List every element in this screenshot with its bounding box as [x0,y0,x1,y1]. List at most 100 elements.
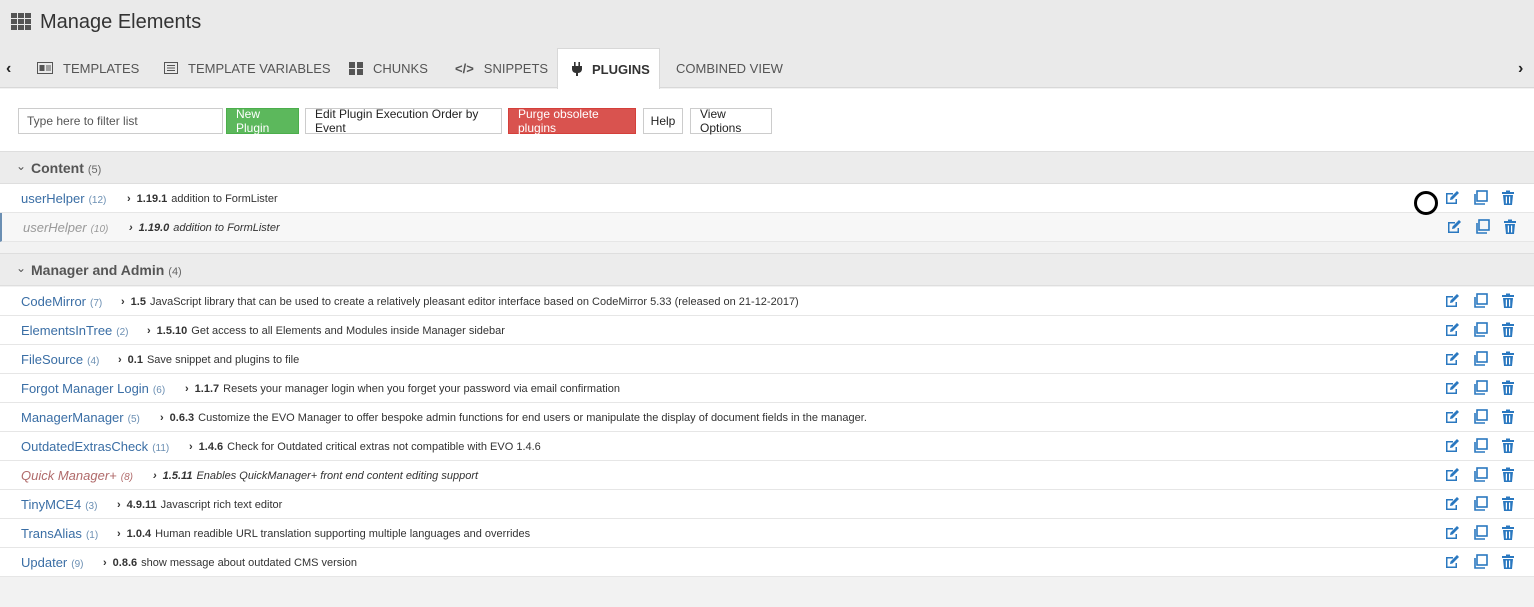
trash-icon[interactable] [1500,467,1516,483]
toolbar: New Plugin Edit Plugin Execution Order b… [0,89,1534,151]
trash-icon[interactable] [1500,438,1516,454]
duplicate-icon[interactable] [1472,293,1488,309]
plugin-description: › 1.5.10 Get access to all Elements and Mo… [147,325,505,337]
trash-icon[interactable] [1500,380,1516,396]
plugin-name-link[interactable]: FileSource (4) [21,352,99,367]
help-button[interactable]: Help [643,108,683,134]
view-options-button[interactable]: View Options [690,107,772,135]
filter-input[interactable] [18,108,223,134]
tab-template-variables[interactable]: Template Variables [164,48,331,88]
edit-icon[interactable] [1444,467,1460,483]
edit-icon[interactable] [1444,525,1460,541]
plugin-row: userHelper (12) › 1.19.1 addition to FormLi… [0,184,1534,213]
duplicate-icon[interactable] [1472,438,1488,454]
plugin-row: userHelper (10) › 1.19.0 addition to FormLi… [0,213,1534,242]
duplicate-icon[interactable] [1472,351,1488,367]
plugin-description: › 1.5 JavaScript library that can be used … [121,296,799,308]
plugin-name-link[interactable]: userHelper (10) [23,220,108,235]
tab-snippets[interactable]: </> Snippets [455,48,548,88]
tab-combined-view[interactable]: Combined View [676,48,783,88]
chevron-left-icon[interactable]: ‹ [6,60,11,78]
trash-icon[interactable] [1500,190,1516,206]
edit-icon[interactable] [1444,351,1460,367]
duplicate-icon[interactable] [1472,496,1488,512]
category-header-manager-and-admin[interactable]: ⌄ Manager and Admin (4) [0,253,1534,286]
trash-icon[interactable] [1500,322,1516,338]
duplicate-icon[interactable] [1474,219,1490,235]
plugin-row: Updater (9) › 0.8.6 show message about outd… [0,548,1534,577]
plugin-name-link[interactable]: TinyMCE4 (3) [21,497,97,512]
duplicate-icon[interactable] [1472,525,1488,541]
duplicate-icon[interactable] [1472,554,1488,570]
edit-icon[interactable] [1444,293,1460,309]
plugin-description: › 0.1 Save snippet and plugins to file [118,354,300,366]
category-title: Manager and Admin (4) [31,262,182,278]
plugin-description: › 1.0.4 Human readible URL translation sup… [117,528,531,540]
trash-icon[interactable] [1500,351,1516,367]
plugin-row: FileSource (4) › 0.1 Save snippet and plugi… [0,345,1534,374]
edit-icon[interactable] [1444,409,1460,425]
plugin-row: Quick Manager+ (8) › 1.5.11 Enables QuickMa… [0,461,1534,490]
duplicate-icon[interactable] [1472,190,1488,206]
plugin-name-link[interactable]: Updater (9) [21,555,83,570]
tab-label: Templates [63,60,140,76]
duplicate-icon[interactable] [1472,322,1488,338]
plugin-description: › 1.4.6 Check for Outdated critical extras… [189,441,541,453]
chevron-down-icon: ⌄ [16,261,27,275]
plugin-description: › 0.8.6 show message about outdated CMS ve… [103,557,357,569]
edit-icon[interactable] [1444,496,1460,512]
plugin-row: TinyMCE4 (3) › 4.9.11 Javascript rich text … [0,490,1534,519]
plugin-description: › 0.6.3 Customize the EVO Manager to offer… [160,412,867,424]
plugin-row: ManagerManager (5) › 0.6.3 Customize the EV… [0,403,1534,432]
plugin-name-link[interactable]: TransAlias (1) [21,526,98,541]
edit-execution-order-button[interactable]: Edit Plugin Execution Order by Event [305,107,502,135]
plugin-name-link[interactable]: Forgot Manager Login (6) [21,381,165,396]
plugin-row: OutdatedExtrasCheck (11) › 1.4.6 Check for … [0,432,1534,461]
edit-icon[interactable] [1444,190,1460,206]
duplicate-icon[interactable] [1472,409,1488,425]
plugin-name-link[interactable]: userHelper (12) [21,191,106,206]
tab-label: Chunks [373,60,428,76]
edit-icon[interactable] [1444,322,1460,338]
new-plugin-button[interactable]: New Plugin [226,107,299,135]
edit-icon[interactable] [1444,380,1460,396]
chevron-right-icon[interactable]: › [1518,60,1523,78]
edit-icon[interactable] [1444,438,1460,454]
trash-icon[interactable] [1500,409,1516,425]
trash-icon[interactable] [1500,554,1516,570]
tab-label: Plugins [592,61,650,77]
plugin-name-link[interactable]: OutdatedExtrasCheck (11) [21,439,169,454]
plugin-name-link[interactable]: CodeMirror (7) [21,294,102,309]
tab-label: Snippets [483,60,549,76]
list-icon [164,62,178,74]
plugin-name-link[interactable]: ManagerManager (5) [21,410,140,425]
plugin-row: TransAlias (1) › 1.0.4 Human readible URL t… [0,519,1534,548]
tab-templates[interactable]: Templates [37,48,139,88]
plugin-description: › 1.19.0 addition to FormLister [129,222,280,234]
page-header: Manage Elements [0,0,1534,48]
category-header-content[interactable]: ⌄ Content (5) [0,151,1534,184]
trash-icon[interactable] [1502,219,1518,235]
plugin-row: CodeMirror (7) › 1.5 JavaScript library tha… [0,287,1534,316]
page-title: Manage Elements [40,11,202,33]
purge-obsolete-button[interactable]: Purge obsolete plugins [508,107,636,135]
tab-label: Template Variables [188,60,331,76]
grid-icon [11,13,31,31]
plugin-description: › 4.9.11 Javascript rich text editor [117,499,283,511]
grid-icon [349,61,363,75]
plugin-description: › 1.19.1 addition to FormLister [127,193,278,205]
code-icon: </> [455,60,474,76]
duplicate-icon[interactable] [1472,380,1488,396]
tab-plugins[interactable]: Plugins [557,48,660,89]
edit-icon[interactable] [1444,554,1460,570]
template-icon [37,62,53,74]
trash-icon[interactable] [1500,496,1516,512]
plugin-name-link[interactable]: ElementsInTree (2) [21,323,129,338]
plugin-name-link[interactable]: Quick Manager+ (8) [21,468,133,483]
tab-chunks[interactable]: Chunks [349,48,428,88]
edit-icon[interactable] [1446,219,1462,235]
plugin-description: › 1.1.7 Resets your manager login when you… [185,383,620,395]
trash-icon[interactable] [1500,293,1516,309]
duplicate-icon[interactable] [1472,467,1488,483]
trash-icon[interactable] [1500,525,1516,541]
